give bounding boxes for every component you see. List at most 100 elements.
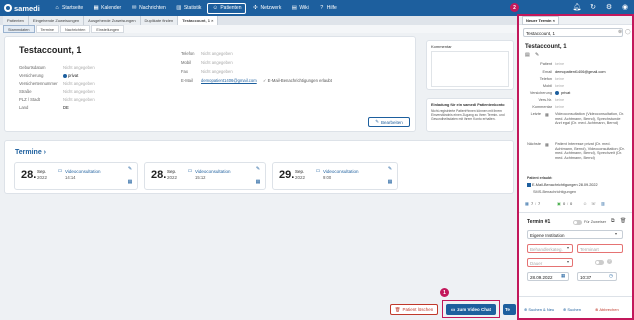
appointment-month: Sep. bbox=[295, 169, 305, 174]
calendar-icon[interactable]: ▦ bbox=[561, 273, 565, 279]
appointment-card[interactable]: 28. Sep. 2022 ▭ Videoconsultation 14:14 … bbox=[14, 162, 138, 190]
tab-neuer-termin[interactable]: Neuer Termin × bbox=[522, 15, 559, 25]
tab-duplikate-finden[interactable]: Duplikate finden bbox=[140, 16, 179, 25]
comment-textarea[interactable] bbox=[431, 51, 509, 87]
field-row: Mobil Nicht angegeben bbox=[181, 60, 233, 65]
termin-title: Termin #1 bbox=[527, 219, 551, 225]
sms-row: SMS-Benachrichtigungen bbox=[533, 190, 577, 194]
nav-patienten[interactable]: ☺ Patienten bbox=[207, 2, 247, 14]
private-insurance-radio-icon bbox=[63, 73, 67, 78]
subtab-stammdaten[interactable]: Stammdaten bbox=[3, 25, 35, 33]
field-row: Geburtsdatum Nicht angegeben bbox=[19, 65, 95, 70]
edit-patient-button[interactable]: ✎ Bearbeiten bbox=[368, 117, 410, 127]
appointment-month: Sep. bbox=[167, 169, 177, 174]
appointment-day: 29. bbox=[279, 169, 295, 181]
close-tab-icon[interactable]: × bbox=[211, 18, 213, 23]
settings-icon[interactable]: ⚙ bbox=[604, 3, 614, 13]
calendar-icon[interactable]: ▦ bbox=[127, 179, 133, 185]
appointment-type: Videoconsultation bbox=[323, 169, 359, 174]
close-tab-icon[interactable]: × bbox=[553, 18, 555, 23]
search-and-new-button[interactable]: ⊕ Suchen & Neu bbox=[524, 307, 554, 312]
panel-divider bbox=[519, 212, 632, 213]
patient-search-input[interactable]: Testaccount, 1 bbox=[523, 28, 623, 37]
step-badge-1: 1 bbox=[440, 288, 449, 297]
chevron-down-icon: ▾ bbox=[615, 231, 618, 236]
nav-kalender[interactable]: ▦ Kalender bbox=[89, 3, 125, 14]
nav-label: Hilfe bbox=[326, 5, 337, 11]
edit-icon[interactable]: ✎ bbox=[127, 166, 133, 172]
logo-mark-icon bbox=[4, 4, 12, 12]
stat-chart-icon: ▥ bbox=[601, 201, 605, 206]
chart-icon: ▥ bbox=[176, 5, 182, 11]
subtab-termine[interactable]: Termine bbox=[35, 25, 60, 33]
tab-ausgehende-zuweisungen[interactable]: Ausgehende Zuweisungen bbox=[84, 16, 141, 25]
nav-startseite[interactable]: ⌂ Startseite bbox=[50, 3, 87, 14]
stat-phone-icon: ☏ bbox=[591, 201, 597, 206]
private-insurance-radio-icon bbox=[555, 91, 559, 95]
search-options-icon[interactable]: ◯ bbox=[625, 29, 631, 35]
appointment-time: 9:00 bbox=[323, 175, 332, 180]
patient-account-invitation-card: Einladung für ein samedi Patientenkonto … bbox=[426, 98, 514, 132]
help-icon[interactable]: ? bbox=[607, 259, 612, 264]
nav-label: Kalender bbox=[101, 5, 122, 11]
subtab-einstellungen[interactable]: Einstellungen bbox=[91, 25, 125, 33]
delete-patient-button[interactable]: 🗑︎ Patient löschen bbox=[390, 304, 438, 315]
comment-title: Kommentar bbox=[431, 44, 452, 49]
copy-icon[interactable]: ⧉ bbox=[611, 218, 615, 224]
nav-wiki[interactable]: ▤ Wiki bbox=[287, 3, 312, 14]
nav-hilfe[interactable]: ? Hilfe bbox=[315, 3, 341, 14]
appointment-card[interactable]: 28. Sep. 2022 ▭ Videoconsultation 15:12 … bbox=[144, 162, 266, 190]
edit-icon[interactable]: ✎ bbox=[535, 52, 539, 58]
patient-master-data-card: Testaccount, 1 Geburtsdatum Nicht angegeb… bbox=[4, 36, 416, 132]
trash-icon: 🗑︎ bbox=[394, 306, 401, 312]
calendar-icon[interactable]: ▦ bbox=[387, 179, 393, 185]
samedi-logo[interactable]: samedi bbox=[4, 4, 44, 13]
appointment-card[interactable]: 29. Sep. 2022 ▭ Videoconsultation 9:00 ✎… bbox=[272, 162, 398, 190]
nav-label: Startseite bbox=[62, 5, 84, 11]
field-row: Versicherung privat bbox=[19, 73, 79, 78]
appointment-time: 15:12 bbox=[195, 175, 206, 180]
mail-icon: ✉ bbox=[131, 5, 137, 11]
tab-patienten[interactable]: Patienten bbox=[3, 16, 29, 25]
field-row: E-Mail demopatient1406@gmail.com ✓ E-Mail-… bbox=[181, 78, 332, 83]
user-account-icon[interactable]: ◉ bbox=[620, 3, 630, 13]
nav-label: Wiki bbox=[299, 5, 309, 11]
clock-icon[interactable]: ◷ bbox=[609, 273, 613, 279]
trash-icon[interactable]: 🗑︎ bbox=[620, 218, 626, 224]
step-badge-2: 2 bbox=[510, 3, 519, 12]
nav-nachrichten[interactable]: ✉ Nachrichten bbox=[127, 3, 170, 14]
appointment-type-select[interactable]: Terminart bbox=[577, 244, 623, 253]
cancel-button[interactable]: ⊗ Abbrechen bbox=[595, 307, 619, 312]
new-appointment-button[interactable]: Te bbox=[503, 304, 516, 315]
clear-search-icon[interactable]: ⊗ bbox=[618, 29, 622, 35]
field-row: PLZ / Stadt Nicht angegeben bbox=[19, 97, 95, 102]
allowed-label: Patient erlaubt: bbox=[527, 176, 553, 180]
video-chat-button[interactable]: ▭ zum Video Chat bbox=[446, 304, 496, 315]
chevron-right-icon: › bbox=[43, 149, 47, 156]
bell-icon[interactable]: 🔔︎ bbox=[572, 3, 582, 13]
tab-testaccount[interactable]: Testaccount, 1 × bbox=[178, 16, 219, 25]
stat-calendar-icon: ▦ bbox=[525, 201, 529, 206]
edit-icon[interactable]: ✎ bbox=[255, 166, 261, 172]
search-button[interactable]: ⊕ Suchen bbox=[563, 307, 581, 312]
nav-netzwerk[interactable]: ✣ Netzwerk bbox=[248, 3, 285, 14]
email-allowed-row[interactable]: E-Mail-Benachrichtigungen 28.09.2022 bbox=[527, 183, 598, 187]
email-link[interactable]: demopatient1406@gmail.com bbox=[201, 78, 257, 83]
edit-icon[interactable]: ✎ bbox=[387, 166, 393, 172]
appointments-title[interactable]: Termine › bbox=[15, 149, 46, 156]
refresh-icon[interactable]: ↻ bbox=[588, 3, 598, 13]
panel-tabs: Neuer Termin × bbox=[519, 15, 632, 25]
invitation-title: Einladung für ein samedi Patientenkonto bbox=[431, 103, 505, 107]
panel-footer-divider bbox=[519, 296, 632, 297]
nav-statistik[interactable]: ▥ Statistik bbox=[172, 3, 206, 14]
calendar-icon[interactable]: ▦ bbox=[255, 179, 261, 185]
tab-eingehende-zuweisungen[interactable]: Eingehende Zuweisungen bbox=[28, 16, 85, 25]
last-appointments-text: Videoconsultation (Videoconsultation, Dr… bbox=[555, 112, 625, 126]
duration-toggle[interactable] bbox=[595, 260, 604, 265]
appointment-year: 2022 bbox=[37, 175, 48, 180]
top-right-icons: 🔔︎ ↻ ⚙ ◉ bbox=[566, 3, 630, 13]
fuer-zuweiser-toggle[interactable] bbox=[573, 220, 582, 225]
search-icon: ⊕ bbox=[563, 307, 567, 312]
institution-select[interactable]: Eigene Institution bbox=[527, 230, 623, 239]
subtab-nachrichten[interactable]: Nachrichten bbox=[60, 25, 91, 33]
